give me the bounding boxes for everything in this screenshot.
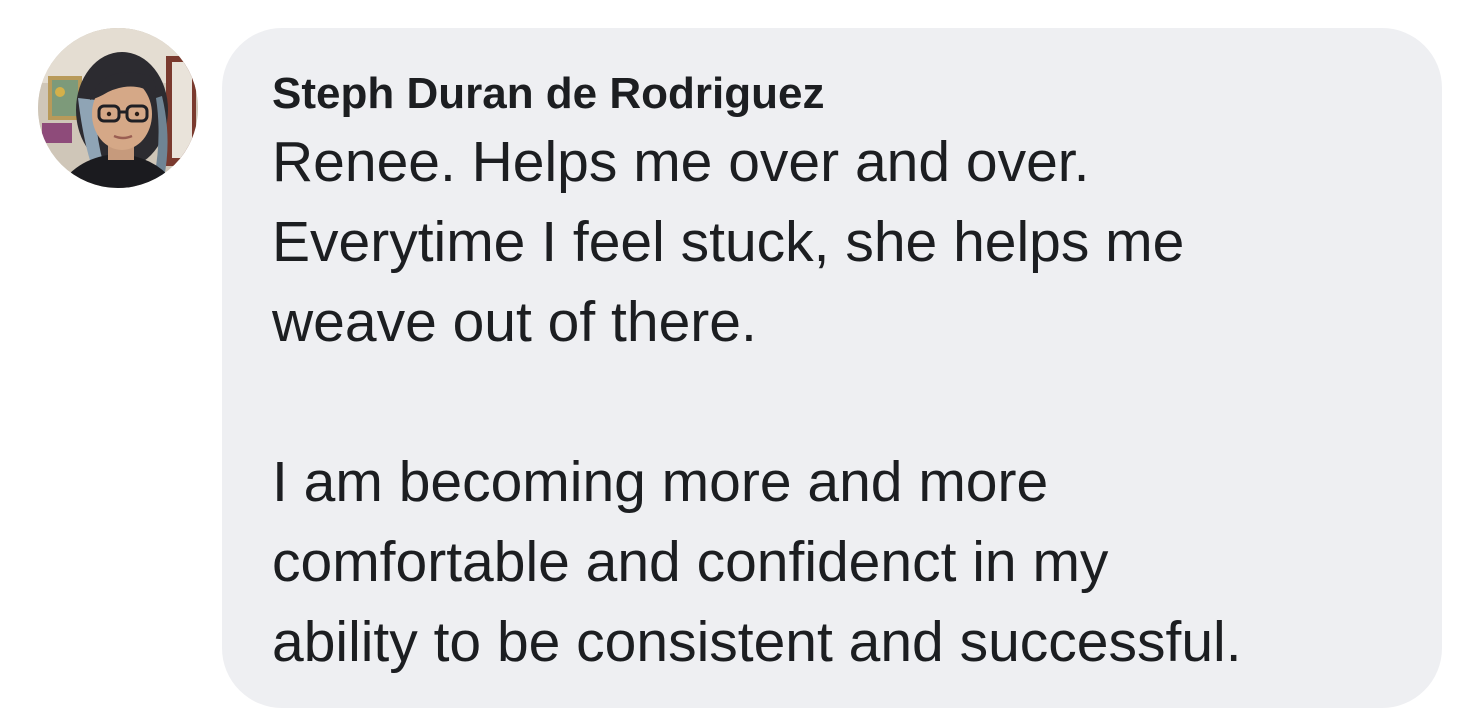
comment-paragraph: I am becoming more and more comfortable … <box>272 442 1402 682</box>
comment-paragraph: Renee. Helps me over and over. Everytime… <box>272 122 1402 362</box>
profile-photo-icon <box>38 28 198 188</box>
comment-text-line: ability to be consistent and successful. <box>272 610 1242 674</box>
comment-text-line: weave out of there. <box>272 290 757 354</box>
comment-bubble: Steph Duran de Rodriguez Renee. Helps me… <box>222 28 1442 708</box>
comment-author-name[interactable]: Steph Duran de Rodriguez <box>272 66 1402 122</box>
avatar[interactable] <box>38 28 198 188</box>
comment-text-line: Renee. Helps me over and over. <box>272 130 1090 194</box>
comment-text-line: comfortable and confidenct in my <box>272 530 1109 594</box>
comment-body: Renee. Helps me over and over. Everytime… <box>272 122 1402 682</box>
comment-text-line: Everytime I feel stuck, she helps me <box>272 210 1185 274</box>
comment-text-line: I am becoming more and more <box>272 450 1049 514</box>
